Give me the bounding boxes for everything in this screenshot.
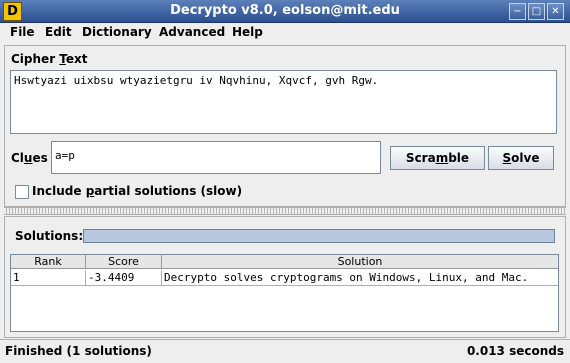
solve-button[interactable]: Solve [488, 146, 554, 170]
input-pane: Cipher Text Hswtyazi uixbsu wtyazietgru … [4, 45, 566, 207]
menu-help[interactable]: Help [232, 25, 263, 39]
close-icon[interactable]: ✕ [547, 3, 564, 20]
cell-solution: Decrypto solves cryptograms on Windows, … [162, 270, 558, 286]
window-title: Decrypto v8.0, eolson@mit.edu [170, 3, 400, 18]
menu-bar: File Edit Dictionary Advanced Help [0, 23, 570, 42]
minimize-icon[interactable]: − [509, 3, 526, 20]
status-message: Finished (1 solutions) [5, 344, 152, 358]
column-header-score[interactable]: Score [86, 255, 162, 269]
pane-splitter[interactable] [4, 207, 566, 215]
clues-input[interactable]: a=p [51, 141, 381, 174]
clues-label: Clues [11, 151, 48, 165]
partial-solutions-checkbox[interactable] [15, 185, 29, 199]
cipher-text-label: Cipher Text [11, 52, 88, 66]
menu-advanced[interactable]: Advanced [159, 25, 225, 39]
cell-rank: 1 [11, 270, 86, 286]
status-bar: Finished (1 solutions) 0.013 seconds [0, 339, 570, 363]
menu-file[interactable]: File [10, 25, 35, 39]
progress-fill [84, 230, 554, 242]
maximize-icon[interactable]: □ [528, 3, 545, 20]
cipher-text-area[interactable]: Hswtyazi uixbsu wtyazietgru iv Nqvhinu, … [10, 70, 557, 134]
scramble-button[interactable]: Scramble [390, 146, 485, 170]
solutions-progress-bar [83, 229, 555, 243]
cell-score: -3.4409 [86, 270, 162, 286]
menu-edit[interactable]: Edit [45, 25, 72, 39]
solutions-label: Solutions: [15, 229, 84, 243]
elapsed-time: 0.013 seconds [466, 344, 564, 358]
column-header-rank[interactable]: Rank [11, 255, 86, 269]
solutions-table[interactable]: Rank Score Solution 1 -3.4409 Decrypto s… [10, 254, 559, 332]
partial-solutions-label[interactable]: Include partial solutions (slow) [32, 184, 242, 198]
solutions-pane: Solutions: Rank Score Solution 1 -3.4409… [4, 216, 566, 338]
column-header-solution[interactable]: Solution [162, 255, 558, 269]
title-bar[interactable]: D Decrypto v8.0, eolson@mit.edu − □ ✕ [0, 0, 570, 23]
menu-dictionary[interactable]: Dictionary [82, 25, 152, 39]
